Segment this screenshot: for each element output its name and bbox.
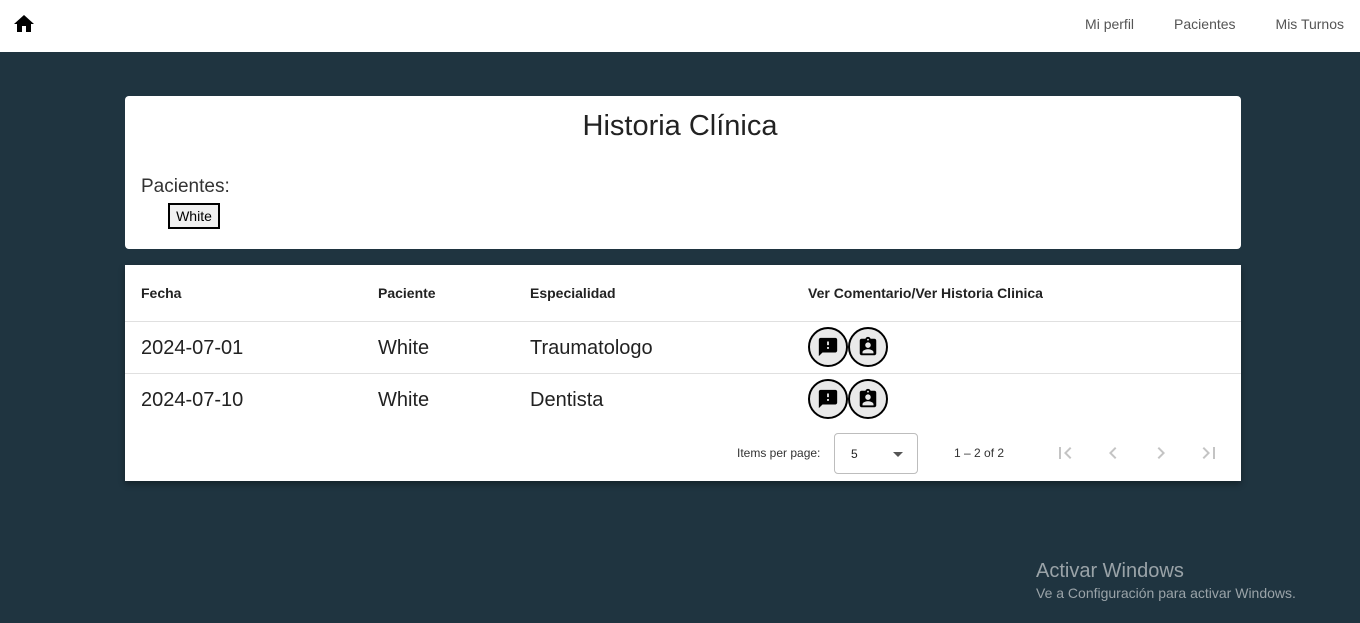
nav-links: Mi perfil Pacientes Mis Turnos bbox=[1045, 0, 1344, 48]
first-page-button[interactable] bbox=[1053, 441, 1077, 465]
page-title: Historia Clínica bbox=[582, 110, 778, 142]
next-page-icon bbox=[1157, 447, 1165, 459]
page-size-select[interactable]: 5 bbox=[834, 433, 918, 474]
top-navbar: Mi perfil Pacientes Mis Turnos bbox=[0, 0, 1360, 52]
patients-label: Pacientes: bbox=[141, 176, 230, 197]
column-header-especialidad[interactable]: Especialidad bbox=[530, 285, 616, 301]
view-medical-record-button[interactable] bbox=[848, 379, 888, 419]
table-cell-especialidad: Dentista bbox=[530, 389, 604, 411]
dropdown-arrow-icon bbox=[893, 452, 903, 457]
column-header-fecha[interactable]: Fecha bbox=[141, 285, 181, 301]
previous-page-button[interactable] bbox=[1101, 441, 1125, 465]
last-page-icon bbox=[1202, 447, 1215, 459]
first-page-icon bbox=[1059, 447, 1072, 459]
windows-activation-subtitle: Ve a Configuración para activar Windows. bbox=[1036, 585, 1296, 601]
nav-link-mis-turnos[interactable]: Mis Turnos bbox=[1276, 16, 1344, 32]
next-page-button[interactable] bbox=[1149, 441, 1173, 465]
comment-alert-icon bbox=[818, 389, 838, 409]
previous-page-icon bbox=[1109, 447, 1117, 459]
medical-record-icon bbox=[859, 388, 877, 408]
patient-filter-button[interactable]: White bbox=[168, 203, 220, 229]
table-cell-fecha: 2024-07-01 bbox=[141, 337, 244, 359]
page-size-value: 5 bbox=[851, 447, 858, 461]
table-cell-especialidad: Traumatologo bbox=[530, 337, 653, 359]
items-per-page-label: Items per page: bbox=[737, 446, 821, 460]
medical-record-icon bbox=[859, 336, 877, 356]
home-icon[interactable] bbox=[12, 12, 36, 36]
nav-link-mi-perfil[interactable]: Mi perfil bbox=[1085, 16, 1134, 32]
view-medical-record-button[interactable] bbox=[848, 327, 888, 367]
header-divider bbox=[125, 321, 1241, 322]
column-header-acciones: Ver Comentario/Ver Historia Clinica bbox=[808, 285, 1043, 301]
windows-activation-title: Activar Windows bbox=[1036, 560, 1184, 582]
column-header-paciente[interactable]: Paciente bbox=[378, 285, 436, 301]
comment-alert-icon bbox=[818, 337, 838, 357]
table-cell-paciente: White bbox=[378, 389, 430, 411]
last-page-button[interactable] bbox=[1197, 441, 1221, 465]
nav-link-pacientes[interactable]: Pacientes bbox=[1174, 16, 1235, 32]
page-range-label: 1 – 2 of 2 bbox=[954, 446, 1005, 460]
table-cell-paciente: White bbox=[378, 337, 430, 359]
view-comment-button[interactable] bbox=[808, 327, 848, 367]
table-cell-fecha: 2024-07-10 bbox=[141, 389, 244, 411]
row-divider bbox=[125, 373, 1241, 374]
view-comment-button[interactable] bbox=[808, 379, 848, 419]
